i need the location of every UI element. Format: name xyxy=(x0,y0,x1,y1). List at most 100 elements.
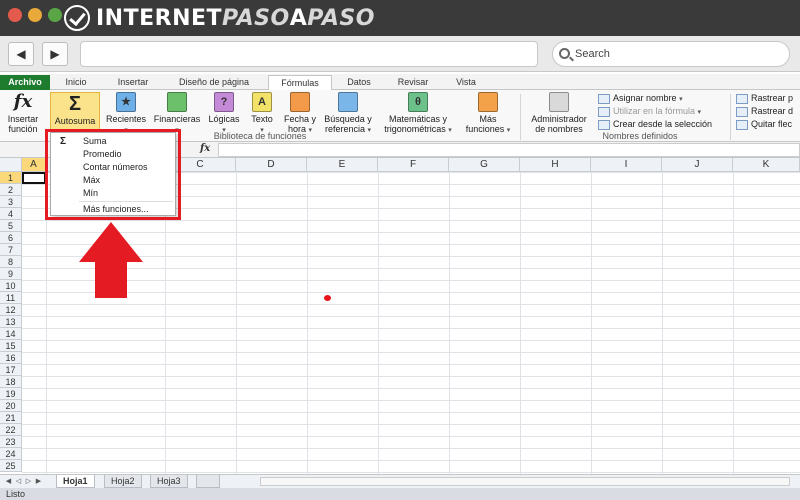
sheet-tab-hoja3[interactable]: Hoja3 xyxy=(150,475,188,488)
row-header[interactable]: 23 xyxy=(0,436,22,448)
theta-book-icon: θ xyxy=(408,92,428,112)
column-header[interactable]: H xyxy=(520,158,591,172)
next-sheet-icon[interactable]: ▷ xyxy=(24,477,33,486)
row-header[interactable]: 9 xyxy=(0,268,22,280)
nombres-group-label: Nombres definidos xyxy=(602,131,678,141)
row-header[interactable]: 14 xyxy=(0,328,22,340)
prev-sheet-icon[interactable]: ◁ xyxy=(14,477,23,486)
fx-icon[interactable]: fx xyxy=(200,143,210,154)
site-logo: INTERNETPASOAPASO xyxy=(64,2,375,34)
money-book-icon xyxy=(167,92,187,112)
active-cell-a1[interactable] xyxy=(22,172,46,184)
row-header[interactable]: 12 xyxy=(0,304,22,316)
administrador-nombres-button[interactable]: Administrador de nombres xyxy=(524,92,594,134)
busqueda-referencia-button[interactable]: Búsqueda y referencia ▾ xyxy=(320,92,376,136)
fecha-hora-button[interactable]: Fecha y hora ▾ xyxy=(282,92,318,136)
clock-book-icon xyxy=(290,92,310,112)
forward-button[interactable]: ▶ xyxy=(42,42,68,66)
checkmark-logo-icon xyxy=(64,5,90,31)
tag-icon xyxy=(598,93,610,104)
formula-input[interactable] xyxy=(218,143,800,157)
row-header[interactable]: 15 xyxy=(0,340,22,352)
table-icon xyxy=(598,119,610,130)
select-all-corner[interactable] xyxy=(0,158,22,172)
autosum-button[interactable]: Σ Autosuma xyxy=(50,92,100,132)
first-sheet-icon[interactable]: ◀ xyxy=(4,477,13,486)
column-header[interactable]: I xyxy=(591,158,662,172)
utilizar-formula-button[interactable]: Utilizar en la fórmula ▾ xyxy=(598,105,701,119)
fx-icon: fx xyxy=(13,91,33,112)
sheet-tab-hoja1[interactable]: Hoja1 xyxy=(56,475,95,488)
minimize-window-button[interactable] xyxy=(28,8,42,22)
column-header[interactable]: E xyxy=(307,158,378,172)
row-header[interactable]: 25 xyxy=(0,460,22,472)
row-header[interactable]: 7 xyxy=(0,244,22,256)
magnifier-book-icon xyxy=(338,92,358,112)
trace-precedents-icon xyxy=(736,93,748,104)
row-header[interactable]: 13 xyxy=(0,316,22,328)
row-header[interactable]: 2 xyxy=(0,184,22,196)
insert-sheet-icon[interactable] xyxy=(196,475,220,488)
quitar-flechas-button[interactable]: Quitar flec xyxy=(736,118,792,130)
search-placeholder: Search xyxy=(575,48,610,60)
texto-button[interactable]: A Texto ▾ xyxy=(246,92,278,136)
tab-revisar[interactable]: Revisar xyxy=(388,75,438,90)
search-input[interactable]: Search xyxy=(552,41,790,67)
insert-function-button[interactable]: fx Insertar función xyxy=(2,91,44,135)
logicas-button[interactable]: ? Lógicas ▾ xyxy=(206,92,242,136)
column-header[interactable]: D xyxy=(236,158,307,172)
row-header[interactable]: 8 xyxy=(0,256,22,268)
row-header[interactable]: 4 xyxy=(0,208,22,220)
tab-archivo[interactable]: Archivo xyxy=(0,75,50,90)
row-header[interactable]: 20 xyxy=(0,400,22,412)
tab-insertar[interactable]: Insertar xyxy=(108,75,158,90)
star-book-icon: ★ xyxy=(116,92,136,112)
tab-inicio[interactable]: Inicio xyxy=(56,75,96,90)
column-header[interactable]: F xyxy=(378,158,449,172)
row-header[interactable]: 17 xyxy=(0,364,22,376)
column-header[interactable]: G xyxy=(449,158,520,172)
zoom-window-button[interactable] xyxy=(48,8,62,22)
search-icon xyxy=(559,48,570,59)
row-header[interactable]: 1 xyxy=(0,172,22,184)
column-header[interactable]: A xyxy=(22,158,46,172)
rastrear-dependientes-button[interactable]: Rastrear d xyxy=(736,105,793,117)
matematicas-button[interactable]: θ Matemáticas y trigonométricas ▾ xyxy=(378,92,458,136)
up-arrow-shaft xyxy=(95,261,127,298)
rastrear-precedentes-button[interactable]: Rastrear p xyxy=(736,92,793,104)
row-header[interactable]: 11 xyxy=(0,292,22,304)
address-bar[interactable] xyxy=(80,41,538,67)
row-header[interactable]: 24 xyxy=(0,448,22,460)
tab-formulas[interactable]: Fórmulas xyxy=(268,75,332,91)
asignar-nombre-button[interactable]: Asignar nombre ▾ xyxy=(598,92,683,106)
tab-datos[interactable]: Datos xyxy=(338,75,380,90)
back-button[interactable]: ◀ xyxy=(8,42,34,66)
title-bar: INTERNETPASOAPASO xyxy=(0,0,800,36)
ribbon-tabs: Archivo Inicio Insertar Diseño de página… xyxy=(0,74,800,91)
horizontal-scrollbar[interactable] xyxy=(260,477,790,486)
column-header[interactable]: J xyxy=(662,158,733,172)
row-header[interactable]: 5 xyxy=(0,220,22,232)
column-header[interactable]: K xyxy=(733,158,800,172)
row-header[interactable]: 3 xyxy=(0,196,22,208)
trace-dependents-icon xyxy=(736,106,748,117)
sigma-icon: Σ xyxy=(68,93,81,115)
row-header[interactable]: 22 xyxy=(0,424,22,436)
close-window-button[interactable] xyxy=(8,8,22,22)
row-header[interactable]: 16 xyxy=(0,352,22,364)
last-sheet-icon[interactable]: ▶ xyxy=(34,477,43,486)
row-header[interactable]: 6 xyxy=(0,232,22,244)
books-icon xyxy=(478,92,498,112)
row-header[interactable]: 10 xyxy=(0,280,22,292)
row-header[interactable]: 21 xyxy=(0,412,22,424)
tab-vista[interactable]: Vista xyxy=(446,75,486,90)
crear-seleccion-button[interactable]: Crear desde la selección xyxy=(598,118,712,130)
mas-funciones-button[interactable]: Más funciones ▾ xyxy=(460,92,516,136)
sheet-tab-hoja2[interactable]: Hoja2 xyxy=(104,475,142,488)
row-header[interactable]: 18 xyxy=(0,376,22,388)
tab-diseno-pagina[interactable]: Diseño de página xyxy=(166,75,262,90)
highlight-box xyxy=(45,129,181,220)
site-logo-text: INTERNETPASOAPASO xyxy=(96,5,375,31)
row-header[interactable]: 19 xyxy=(0,388,22,400)
text-book-icon: A xyxy=(252,92,272,112)
